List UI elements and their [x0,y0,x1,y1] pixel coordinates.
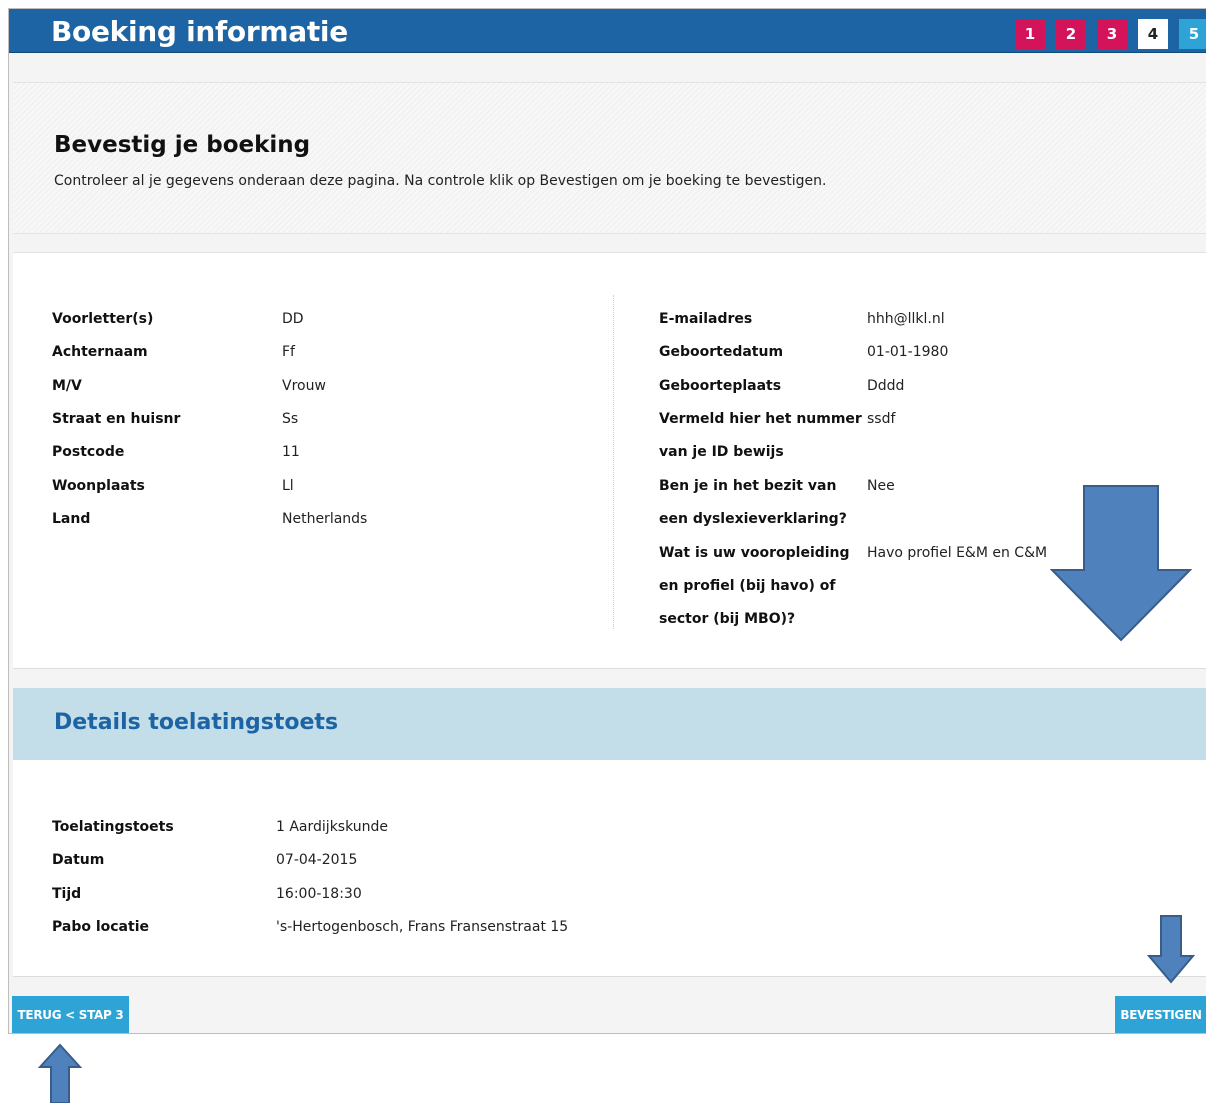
field-label: Achternaam [52,344,148,360]
large-down-arrow-icon [1050,485,1193,642]
field-value: Ss [282,411,299,427]
field-label: van je ID bewijs [659,444,784,460]
step-1[interactable]: 1 [1015,19,1045,49]
step-5: 5 [1179,19,1206,49]
test-details-card: Toelatingstoets 1 Aardijkskunde Datum 07… [13,760,1206,977]
intro-section: Bevestig je boeking Controleer al je geg… [13,82,1206,234]
field-label: Land [52,511,91,527]
section-heading: Bevestig je boeking [54,132,311,158]
step-3[interactable]: 3 [1097,19,1127,49]
field-value: Havo profiel E&M en C&M [867,545,1048,561]
intro-text: Controleer al je gegevens onderaan deze … [54,173,827,189]
field-label: Wat is uw vooropleiding [659,545,850,561]
field-value: 1 Aardijkskunde [276,819,389,835]
field-value: Ff [282,344,295,360]
field-label: en profiel (bij havo) of [659,578,836,594]
field-label: Postcode [52,444,125,460]
step-2[interactable]: 2 [1056,19,1086,49]
field-label: een dyslexieverklaring? [659,511,847,527]
field-label: Toelatingstoets [52,819,174,835]
field-value: Vrouw [282,378,326,394]
field-label: Tijd [52,886,82,902]
field-label: Datum [52,852,105,868]
field-value: 16:00-18:30 [276,886,362,902]
field-label: E-mailadres [659,311,753,327]
field-value: hhh@llkl.nl [867,311,945,327]
up-arrow-icon [38,1043,82,1103]
field-label: Pabo locatie [52,919,149,935]
field-value: DD [282,311,304,327]
field-label: Geboortedatum [659,344,784,360]
back-button[interactable]: TERUG < STAP 3 [12,996,129,1033]
step-indicator: 1 2 3 4 5 [1004,19,1206,49]
field-value: Dddd [867,378,905,394]
field-label: Voorletter(s) [52,311,154,327]
field-value: 11 [282,444,300,460]
small-down-arrow-icon [1146,915,1196,984]
step-4: 4 [1138,19,1168,49]
page-title: Boeking informatie [51,15,348,48]
personal-details-card: Voorletter(s) DD Achternaam Ff M/V Vrouw… [13,252,1206,669]
details-section-header: Details toelatingstoets [13,688,1206,760]
field-label: sector (bij MBO)? [659,611,796,627]
field-label: M/V [52,378,82,394]
column-divider [613,295,614,629]
field-label: Ben je in het bezit van [659,478,837,494]
field-value: Ll [282,478,294,494]
field-value: Netherlands [282,511,368,527]
field-label: Woonplaats [52,478,145,494]
field-value: 07-04-2015 [276,852,358,868]
booking-page: Boeking informatie 1 2 3 4 5 Bevestig je… [8,8,1206,1034]
field-label: Geboorteplaats [659,378,782,394]
details-heading: Details toelatingstoets [54,710,339,735]
field-label: Vermeld hier het nummer [659,411,862,427]
field-value: 01-01-1980 [867,344,949,360]
field-value: ssdf [867,411,896,427]
field-value: Nee [867,478,895,494]
confirm-button[interactable]: BEVESTIGEN [1115,996,1206,1033]
field-value: 's-Hertogenbosch, Frans Fransenstraat 15 [276,919,569,935]
field-label: Straat en huisnr [52,411,181,427]
header-bar: Boeking informatie 1 2 3 4 5 [9,9,1206,53]
